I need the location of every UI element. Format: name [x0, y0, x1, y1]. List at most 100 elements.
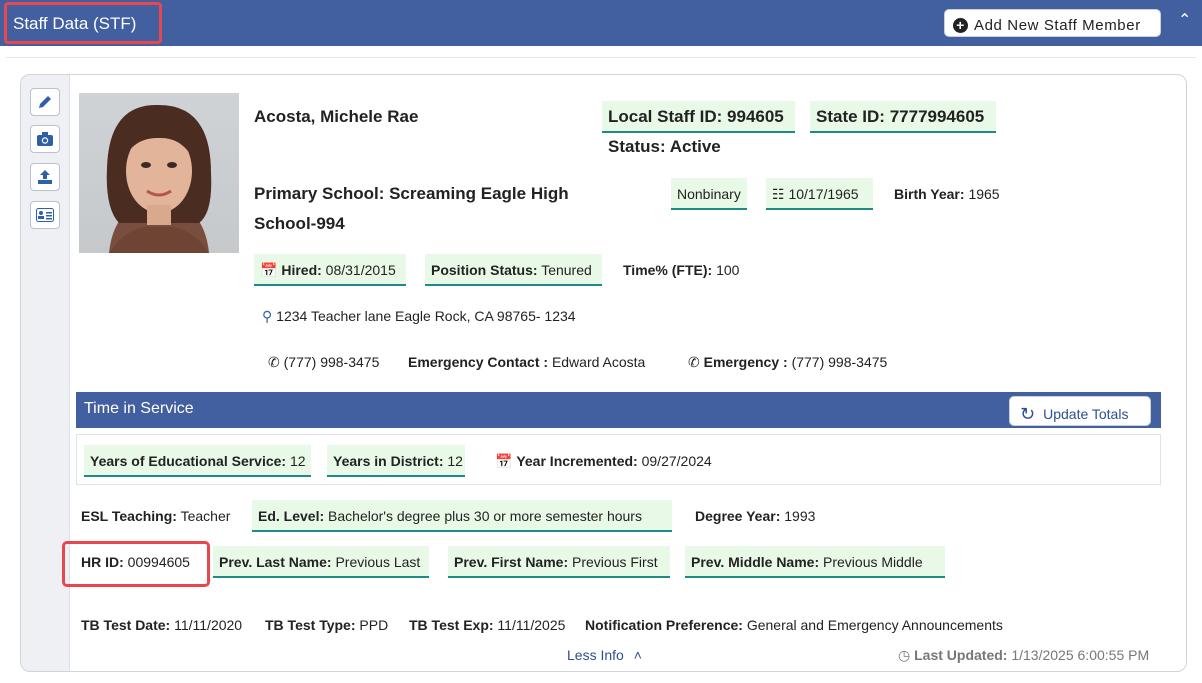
last-updated: ◷ Last Updated: 1/13/2025 6:00:55 PM [898, 647, 1149, 664]
staff-photo [79, 93, 239, 253]
years-edu-badge: Years of Educational Service: 12 [84, 445, 311, 477]
prev-last-badge: Prev. Last Name: Previous Last [213, 546, 429, 578]
position-status-label: Position Status: [431, 262, 538, 278]
emergency-phone-label: Emergency : [703, 354, 788, 370]
notification-preference: Notification Preference: General and Eme… [585, 617, 1003, 633]
local-id-value: 994605 [727, 107, 784, 126]
prev-middle-label: Prev. Middle Name: [691, 554, 820, 570]
prev-first-badge: Prev. First Name: Previous First [448, 546, 670, 578]
emergency-phone: ✆ Emergency : (777) 998-3475 [688, 354, 887, 371]
local-staff-id-badge: Local Staff ID: 994605 [602, 101, 795, 133]
clock-icon: ◷ [898, 647, 911, 663]
last-updated-label: Last Updated: [914, 647, 1008, 663]
prev-middle-value: Previous Middle [823, 554, 923, 570]
birthday-cake-icon: ☷ [772, 186, 785, 202]
degree-year: Degree Year: 1993 [695, 508, 815, 524]
phone-icon: ✆ [268, 354, 280, 370]
year-incremented-label: Year Incremented: [516, 453, 638, 469]
years-district-badge: Years in District: 12 [327, 445, 465, 477]
tb-date-value: 11/11/2020 [174, 617, 243, 633]
years-edu-label: Years of Educational Service: [90, 453, 287, 469]
ed-level-value: Bachelor's degree plus 30 or more semest… [328, 508, 642, 524]
add-new-staff-button[interactable]: + Add New Staff Member [944, 9, 1161, 37]
calendar-icon: 📅 [260, 262, 278, 278]
state-id-label: State ID: [816, 107, 885, 126]
esl-value: Teacher [180, 508, 231, 524]
staff-name: Acosta, Michele Rae [254, 107, 419, 126]
calendar-icon: 📅 [495, 453, 513, 469]
chevron-up-icon[interactable]: ⌃ [1178, 10, 1191, 30]
esl-teaching: ESL Teaching: Teacher [81, 508, 230, 524]
prev-last-value: Previous Last [335, 554, 421, 570]
hr-id-value: 00994605 [127, 554, 190, 570]
position-status-value: Tenured [541, 262, 592, 278]
hired-value: 08/31/2015 [325, 262, 396, 278]
pencil-icon [39, 96, 51, 108]
primary-school-line1: Primary School: Screaming Eagle High [254, 184, 569, 203]
years-district-label: Years in District: [333, 453, 444, 469]
tb-test-exp: TB Test Exp: 11/11/2025 [409, 617, 565, 633]
last-updated-value: 1/13/2025 6:00:55 PM [1011, 647, 1150, 663]
update-totals-button[interactable]: ↻ Update Totals [1009, 396, 1151, 426]
position-status-badge: Position Status: Tenured [425, 254, 602, 286]
tb-exp-label: TB Test Exp: [409, 617, 494, 633]
prev-last-label: Prev. Last Name: [219, 554, 332, 570]
phone: ✆ (777) 998-3475 [268, 354, 379, 371]
hr-id: HR ID: 00994605 [81, 554, 190, 570]
fte-label: Time% (FTE): [623, 262, 713, 278]
phone-value: (777) 998-3475 [283, 354, 380, 370]
degree-year-value: 1993 [784, 508, 816, 524]
birth-year-value: 1965 [968, 186, 1000, 202]
phone-icon: ✆ [688, 354, 700, 370]
primary-school-line2: School-994 [254, 214, 345, 233]
birth-year-label: Birth Year: [894, 186, 965, 202]
local-id-label: Local Staff ID: [608, 107, 723, 126]
tb-exp-value: 11/11/2025 [497, 617, 566, 633]
refresh-icon: ↻ [1020, 403, 1036, 424]
year-incremented: 📅 Year Incremented: 09/27/2024 [495, 453, 712, 470]
emergency-phone-value: (777) 998-3475 [791, 354, 888, 370]
state-id-value: 7777994605 [889, 107, 985, 126]
plus-circle-icon: + [953, 18, 968, 33]
id-card-icon [36, 208, 54, 222]
page-title: Staff Data (STF) [4, 2, 162, 44]
update-totals-label: Update Totals [1043, 406, 1129, 422]
fte-value: 100 [716, 262, 740, 278]
prev-first-label: Prev. First Name: [454, 554, 569, 570]
emergency-contact-label: Emergency Contact : [408, 354, 549, 370]
state-id-badge: State ID: 7777994605 [810, 101, 996, 133]
edit-button[interactable] [30, 88, 60, 116]
prev-first-value: Previous First [572, 554, 658, 570]
camera-icon [37, 132, 53, 146]
ed-level-label: Ed. Level: [258, 508, 325, 524]
fte: Time% (FTE): 100 [623, 262, 739, 278]
esl-label: ESL Teaching: [81, 508, 177, 524]
time-in-service-header: Time in Service [76, 392, 1161, 428]
upload-button[interactable] [30, 163, 60, 191]
tb-test-date: TB Test Date: 11/11/2020 [81, 617, 242, 633]
emergency-contact: Emergency Contact : Edward Acosta [408, 354, 645, 370]
years-district-value: 12 [447, 453, 463, 469]
id-card-button[interactable] [30, 201, 60, 229]
divider [6, 57, 1196, 58]
address-value: 1234 Teacher lane Eagle Rock, CA 98765- … [276, 308, 576, 324]
gender-badge: Nonbinary [671, 178, 747, 210]
birth-date-value: 10/17/1965 [788, 186, 859, 202]
less-info-link[interactable]: Less Info ˄ [567, 647, 642, 663]
degree-year-label: Degree Year: [695, 508, 781, 524]
hired-badge: 📅 Hired: 08/31/2015 [254, 254, 406, 286]
years-edu-value: 12 [289, 453, 306, 469]
photo-button[interactable] [30, 125, 60, 153]
upload-icon [38, 170, 52, 184]
ed-level-badge: Ed. Level: Bachelor's degree plus 30 or … [252, 500, 672, 532]
emergency-contact-value: Edward Acosta [551, 354, 646, 370]
birth-year: Birth Year: 1965 [894, 186, 1000, 202]
add-new-staff-label: Add New Staff Member [974, 17, 1141, 34]
notif-value: General and Emergency Announcements [746, 617, 1003, 633]
year-incremented-value: 09/27/2024 [641, 453, 712, 469]
chevron-up-icon: ˄ [633, 647, 642, 663]
tb-date-label: TB Test Date: [81, 617, 171, 633]
tb-type-label: TB Test Type: [265, 617, 356, 633]
address: ⚲ 1234 Teacher lane Eagle Rock, CA 98765… [262, 308, 576, 325]
map-pin-icon: ⚲ [262, 308, 273, 324]
